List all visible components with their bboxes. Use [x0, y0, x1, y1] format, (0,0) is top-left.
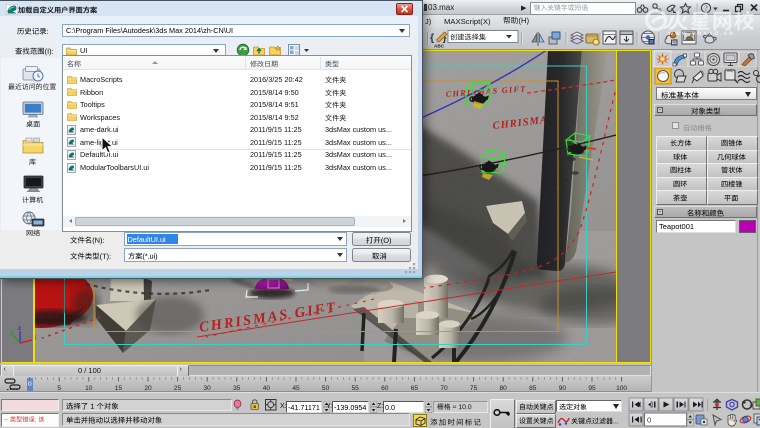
svg-text:30: 30	[204, 385, 212, 392]
svg-text:55: 55	[352, 385, 360, 392]
svg-text:0: 0	[647, 416, 651, 425]
svg-text:20: 20	[144, 385, 152, 392]
svg-text:35: 35	[233, 385, 241, 392]
svg-text:{: {	[430, 32, 434, 44]
svg-text:10: 10	[85, 385, 93, 392]
svg-text:40: 40	[263, 385, 271, 392]
svg-text:15: 15	[115, 385, 123, 392]
svg-text:100: 100	[616, 385, 627, 392]
svg-text:5: 5	[57, 385, 61, 392]
svg-text:ABC: ABC	[434, 44, 445, 49]
svg-text:70: 70	[440, 385, 448, 392]
svg-text:65: 65	[411, 385, 419, 392]
svg-text:75: 75	[470, 385, 478, 392]
svg-text:80: 80	[500, 385, 508, 392]
svg-text:45: 45	[292, 385, 300, 392]
svg-text:25: 25	[174, 385, 182, 392]
svg-text:95: 95	[588, 385, 596, 392]
svg-text:60: 60	[381, 385, 389, 392]
svg-text:90: 90	[559, 385, 567, 392]
svg-text:85: 85	[529, 385, 537, 392]
svg-text:50: 50	[322, 385, 330, 392]
